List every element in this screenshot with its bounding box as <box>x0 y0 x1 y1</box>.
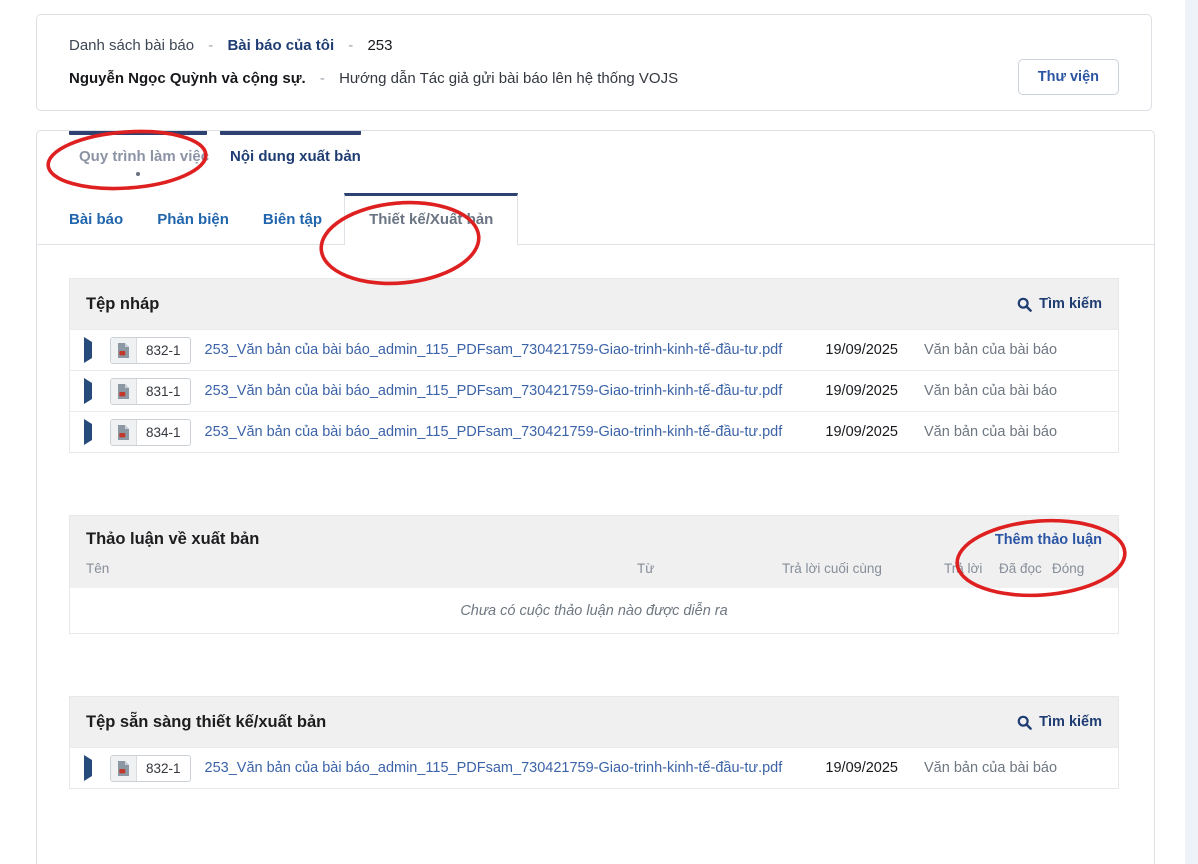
submission-authors: Nguyễn Ngọc Quỳnh và cộng sự. <box>69 70 306 87</box>
search-label: Tìm kiếm <box>1039 296 1102 312</box>
production-ready-list: 832-1 253_Văn bản của bài báo_admin_115_… <box>70 747 1118 788</box>
discussions-header: Thảo luận về xuất bản Thêm thảo luận Tên… <box>70 516 1118 588</box>
breadcrumb-link-my-articles[interactable]: Bài báo của tôi <box>227 37 334 54</box>
pdf-file-icon <box>111 338 137 363</box>
discussions-panel: Thảo luận về xuất bản Thêm thảo luận Tên… <box>69 515 1119 634</box>
column-replies: Trả lời <box>944 561 999 576</box>
column-closed: Đóng <box>1052 561 1102 576</box>
file-id-badge: 831-1 <box>110 378 191 405</box>
production-ready-title: Tệp sẵn sàng thiết kế/xuất bản <box>86 713 326 732</box>
pdf-file-icon <box>111 756 137 781</box>
pdf-file-icon <box>111 420 137 445</box>
triangle-right-icon <box>84 755 92 781</box>
column-from: Từ <box>637 561 782 576</box>
search-label: Tìm kiếm <box>1039 714 1102 730</box>
file-date: 19/09/2025 <box>806 342 898 358</box>
breadcrumb-link-submissions[interactable]: Danh sách bài báo <box>69 37 194 54</box>
page-right-gutter <box>1185 0 1198 864</box>
tab-publication-label: Nội dung xuất bản <box>220 135 361 165</box>
draft-files-list: 832-1 253_Văn bản của bài báo_admin_115_… <box>70 329 1118 452</box>
submission-heading: Nguyễn Ngọc Quỳnh và cộng sự. - Hướng dẫ… <box>69 69 1119 89</box>
tab-workflow-dot <box>136 172 140 176</box>
file-type-label: Văn bản của bài báo <box>924 760 1104 776</box>
file-name-link[interactable]: 253_Văn bản của bài báo_admin_115_PDFsam… <box>205 760 806 776</box>
file-date: 19/09/2025 <box>806 383 898 399</box>
production-ready-header: Tệp sẵn sàng thiết kế/xuất bản Tìm kiếm <box>70 697 1118 747</box>
expand-row-toggle[interactable] <box>84 342 98 358</box>
file-id-badge: 832-1 <box>110 755 191 782</box>
submission-workflow-page: Danh sách bài báo - Bài báo của tôi - 25… <box>0 0 1198 864</box>
file-date: 19/09/2025 <box>806 424 898 440</box>
library-button[interactable]: Thư viện <box>1018 59 1119 95</box>
stage-tabs: Bài báo Phản biện Biên tập Thiết kế/Xuất… <box>37 193 1154 245</box>
expand-row-toggle[interactable] <box>84 383 98 399</box>
draft-files-panel: Tệp nháp Tìm kiếm <box>69 278 1119 453</box>
add-discussion-button[interactable]: Thêm thảo luận <box>995 532 1102 548</box>
tab-stage-production[interactable]: Thiết kế/Xuất bản <box>344 193 518 245</box>
breadcrumb-card: Danh sách bài báo - Bài báo của tôi - 25… <box>36 14 1152 111</box>
file-type-label: Văn bản của bài báo <box>924 383 1104 399</box>
file-name-link[interactable]: 253_Văn bản của bài báo_admin_115_PDFsam… <box>205 383 806 399</box>
breadcrumb-separator: - <box>320 70 325 87</box>
file-id: 831-1 <box>137 384 190 399</box>
column-name: Tên <box>86 561 637 576</box>
draft-files-search-button[interactable]: Tìm kiếm <box>1017 296 1102 312</box>
triangle-right-icon <box>84 337 92 363</box>
file-id: 832-1 <box>137 761 190 776</box>
breadcrumb: Danh sách bài báo - Bài báo của tôi - 25… <box>69 36 1119 56</box>
main-tabs: Quy trình làm việc Nội dung xuất bản <box>37 131 1154 176</box>
submission-id: 253 <box>367 37 392 54</box>
expand-row-toggle[interactable] <box>84 760 98 776</box>
file-row: 832-1 253_Văn bản của bài báo_admin_115_… <box>70 329 1118 370</box>
tab-workflow-label: Quy trình làm việc <box>69 135 207 165</box>
breadcrumb-separator: - <box>208 37 213 54</box>
tab-stage-copyediting[interactable]: Biên tập <box>263 193 322 244</box>
file-row: 831-1 253_Văn bản của bài báo_admin_115_… <box>70 370 1118 411</box>
tab-stage-submission[interactable]: Bài báo <box>69 193 123 244</box>
submission-title: Hướng dẫn Tác giả gửi bài báo lên hệ thố… <box>339 70 678 87</box>
production-ready-search-button[interactable]: Tìm kiếm <box>1017 714 1102 730</box>
discussions-title: Thảo luận về xuất bản <box>86 530 259 549</box>
discussions-column-headers: Tên Từ Trả lời cuối cùng Trả lời Đã đọc … <box>86 549 1102 588</box>
pdf-file-icon <box>111 379 137 404</box>
file-date: 19/09/2025 <box>806 760 898 776</box>
production-ready-panel: Tệp sẵn sàng thiết kế/xuất bản Tìm kiếm <box>69 696 1119 789</box>
expand-row-toggle[interactable] <box>84 424 98 440</box>
workflow-card: Quy trình làm việc Nội dung xuất bản Bài… <box>36 130 1155 864</box>
triangle-right-icon <box>84 419 92 445</box>
tab-stage-review[interactable]: Phản biện <box>157 193 229 244</box>
file-id-badge: 832-1 <box>110 337 191 364</box>
breadcrumb-separator: - <box>348 37 353 54</box>
column-read: Đã đọc <box>999 561 1052 576</box>
stage-content: Tệp nháp Tìm kiếm <box>37 245 1154 789</box>
file-row: 834-1 253_Văn bản của bài báo_admin_115_… <box>70 411 1118 452</box>
discussions-empty-message: Chưa có cuộc thảo luận nào được diễn ra <box>70 588 1118 633</box>
file-id: 832-1 <box>137 343 190 358</box>
search-icon <box>1017 297 1032 312</box>
file-row: 832-1 253_Văn bản của bài báo_admin_115_… <box>70 747 1118 788</box>
triangle-right-icon <box>84 378 92 404</box>
tab-publication[interactable]: Nội dung xuất bản <box>220 131 361 176</box>
file-name-link[interactable]: 253_Văn bản của bài báo_admin_115_PDFsam… <box>205 424 806 440</box>
file-id-badge: 834-1 <box>110 419 191 446</box>
draft-files-header: Tệp nháp Tìm kiếm <box>70 279 1118 329</box>
file-type-label: Văn bản của bài báo <box>924 342 1104 358</box>
column-last-reply: Trả lời cuối cùng <box>782 561 944 576</box>
tab-workflow[interactable]: Quy trình làm việc <box>69 131 207 176</box>
file-type-label: Văn bản của bài báo <box>924 424 1104 440</box>
file-name-link[interactable]: 253_Văn bản của bài báo_admin_115_PDFsam… <box>205 342 806 358</box>
search-icon <box>1017 715 1032 730</box>
draft-files-title: Tệp nháp <box>86 295 159 314</box>
file-id: 834-1 <box>137 425 190 440</box>
